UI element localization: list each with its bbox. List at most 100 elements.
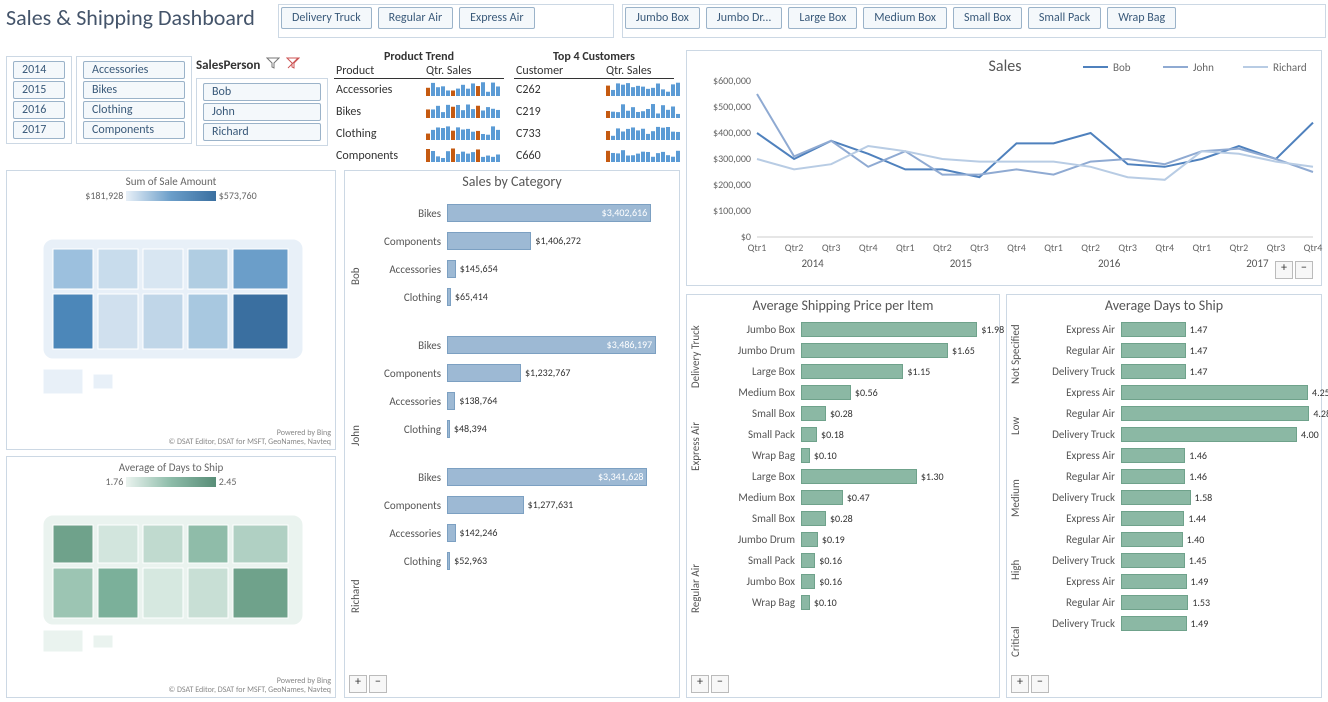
container-jumbo-dr---[interactable]: Jumbo Dr... — [706, 7, 783, 29]
svg-text:Qtr4: Qtr4 — [859, 241, 878, 254]
bar-row: Regular Air1.40 — [1025, 530, 1319, 549]
zoom-out[interactable]: − — [1295, 261, 1313, 279]
container-small-box[interactable]: Small Box — [953, 7, 1022, 29]
svg-text:Sales: Sales — [989, 57, 1022, 76]
container-frame: Jumbo Box Jumbo Dr...Large Box Medium Box S… — [622, 4, 1326, 38]
year-2016[interactable]: 2016 — [13, 101, 65, 119]
top-customer-row: C219 — [514, 101, 674, 123]
top-customers: Top 4 Customers CustomerQtr. Sales C262C… — [514, 50, 674, 167]
bar-row: Small Box$0.28 — [705, 509, 997, 528]
zoom-in[interactable]: + — [349, 675, 367, 693]
group-label: Express Air — [689, 395, 705, 498]
product-trend-row: Bikes — [334, 101, 504, 123]
container-small-pack[interactable]: Small Pack — [1028, 7, 1101, 29]
year-2017[interactable]: 2017 — [13, 121, 65, 139]
bar-row: Medium Box$0.56 — [705, 383, 997, 402]
top-customer-row: C262 — [514, 79, 674, 101]
container-wrap-bag[interactable]: Wrap Bag — [1107, 7, 1176, 29]
avg-days-to-ship: Average Days to Ship Not SpecifiedLowMed… — [1006, 294, 1322, 698]
bar-row: Medium Box$0.47 — [705, 488, 997, 507]
category-components[interactable]: Components — [83, 121, 185, 139]
bar-row: Accessories$145,654 — [365, 258, 675, 280]
group-label: Delivery Truck — [689, 318, 705, 395]
bar-row: Large Box$1.15 — [705, 362, 997, 381]
bar-row: Clothing$48,394 — [365, 418, 675, 440]
svg-text:Qtr1: Qtr1 — [896, 241, 915, 254]
category-accessories[interactable]: Accessories — [83, 61, 185, 79]
ship-mode-delivery-truck[interactable]: Delivery Truck — [281, 7, 372, 29]
salesperson-richard[interactable]: Richard — [203, 123, 321, 141]
bar-row: Express Air1.46 — [1025, 446, 1319, 465]
bar-row: Express Air4.25 — [1025, 383, 1319, 402]
bar-row: Bikes$3,486,197 — [365, 334, 675, 356]
svg-text:2017: 2017 — [1246, 257, 1269, 270]
bar-row: Accessories$142,246 — [365, 522, 675, 544]
svg-text:Bob: Bob — [1113, 61, 1131, 74]
svg-text:$300,000: $300,000 — [713, 152, 751, 165]
bar-row: Bikes$3,341,628 — [365, 466, 675, 488]
group-label: High — [1009, 534, 1025, 606]
bar-row: Regular Air1.46 — [1025, 467, 1319, 486]
salesperson-label: SalesPerson — [196, 58, 260, 73]
salesperson-header: SalesPerson — [196, 56, 300, 74]
zoom-out[interactable]: − — [369, 675, 387, 693]
bar-row: Delivery Truck1.47 — [1025, 362, 1319, 381]
container-medium-box[interactable]: Medium Box — [863, 7, 947, 29]
sales-line-svg: SalesBobJohnRichard$0$100,000$200,000$30… — [687, 51, 1323, 287]
product-trend-row: Components — [334, 145, 504, 167]
page-title: Sales & Shipping Dashboard — [6, 4, 255, 31]
product-trend-row: Accessories — [334, 79, 504, 101]
svg-text:$500,000: $500,000 — [713, 100, 751, 113]
ship-mode-express-air[interactable]: Express Air — [459, 7, 534, 29]
zoom-out[interactable]: − — [1031, 675, 1049, 693]
group-label: John — [349, 356, 365, 516]
svg-text:Qtr1: Qtr1 — [1044, 241, 1063, 254]
svg-text:Qtr2: Qtr2 — [1230, 241, 1249, 254]
bar-row: Delivery Truck4.00 — [1025, 425, 1319, 444]
svg-text:Qtr4: Qtr4 — [1155, 241, 1174, 254]
svg-text:Qtr3: Qtr3 — [1267, 241, 1286, 254]
bar-row: Express Air1.49 — [1025, 572, 1319, 591]
svg-text:Qtr1: Qtr1 — [1192, 241, 1211, 254]
avg-shipping-price: Average Shipping Price per Item Delivery… — [686, 294, 1000, 698]
salesperson-bob[interactable]: Bob — [203, 83, 321, 101]
zoom-out[interactable]: − — [711, 675, 729, 693]
year-slicer: 2014 2015 2016 2017 — [6, 56, 72, 144]
filter-icon[interactable] — [266, 56, 280, 74]
salesperson-john[interactable]: John — [203, 103, 321, 121]
svg-text:Qtr2: Qtr2 — [1081, 241, 1100, 254]
bar-row: Large Box$1.30 — [705, 467, 997, 486]
top-customer-row: C733 — [514, 123, 674, 145]
bar-row: Clothing$52,963 — [365, 550, 675, 572]
clear-filter-icon[interactable] — [286, 56, 300, 74]
container-jumbo-box[interactable]: Jumbo Box — [625, 7, 700, 29]
svg-text:$400,000: $400,000 — [713, 126, 751, 139]
year-2015[interactable]: 2015 — [13, 81, 65, 99]
bar-row: Wrap Bag$0.10 — [705, 593, 997, 612]
group-label: Critical — [1009, 606, 1025, 678]
category-clothing[interactable]: Clothing — [83, 101, 185, 119]
container-large-box[interactable]: Large Box — [788, 7, 857, 29]
zoom-in[interactable]: + — [1275, 261, 1293, 279]
svg-text:2015: 2015 — [950, 257, 972, 270]
bar-row: Jumbo Box$0.16 — [705, 572, 997, 591]
zoom-in[interactable]: + — [691, 675, 709, 693]
sales-line-chart: SalesBobJohnRichard$0$100,000$200,000$30… — [686, 50, 1322, 286]
year-2014[interactable]: 2014 — [13, 61, 65, 79]
bar-row: Accessories$138,764 — [365, 390, 675, 412]
ship-mode-regular-air[interactable]: Regular Air — [378, 7, 454, 29]
svg-text:Qtr3: Qtr3 — [822, 241, 841, 254]
ship-mode-frame: Delivery Truck Regular AirExpress Air — [278, 4, 614, 38]
us-map-green — [13, 495, 333, 660]
product-trend-title: Product Trend — [334, 50, 504, 64]
svg-text:Qtr3: Qtr3 — [1118, 241, 1137, 254]
group-label: Low — [1009, 390, 1025, 462]
product-trend: Product Trend ProductQtr. Sales Accessor… — [334, 50, 504, 167]
bar-row: Express Air1.44 — [1025, 509, 1319, 528]
svg-text:2016: 2016 — [1098, 257, 1121, 270]
category-bikes[interactable]: Bikes — [83, 81, 185, 99]
top-customer-row: C660 — [514, 145, 674, 167]
group-label: Not Specified — [1009, 318, 1025, 390]
bar-row: Delivery Truck1.49 — [1025, 614, 1319, 633]
zoom-in[interactable]: + — [1011, 675, 1029, 693]
